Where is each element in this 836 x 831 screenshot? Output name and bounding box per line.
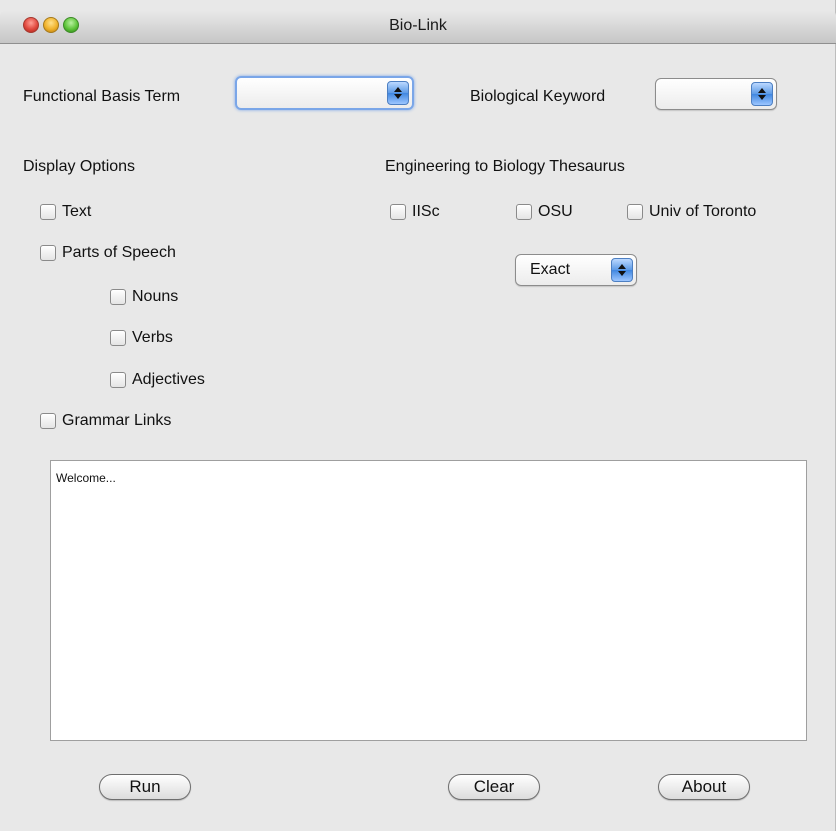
iisc-checkbox[interactable] <box>390 204 406 220</box>
match-mode-select[interactable]: Exact <box>515 254 637 286</box>
text-option[interactable]: Text <box>40 201 91 223</box>
output-text: Welcome... <box>56 471 116 485</box>
nouns-checkbox[interactable] <box>110 289 126 305</box>
bio-link-window: Bio-Link Functional Basis Term Biologica… <box>0 0 836 831</box>
verbs-checkbox[interactable] <box>110 330 126 346</box>
toronto-label: Univ of Toronto <box>649 203 757 220</box>
grammar-links-checkbox[interactable] <box>40 413 56 429</box>
clear-button[interactable]: Clear <box>448 774 540 800</box>
match-mode-value: Exact <box>530 261 571 278</box>
osu-label: OSU <box>538 203 573 220</box>
select-arrows-icon <box>751 82 773 106</box>
grammar-links-label: Grammar Links <box>62 412 172 429</box>
text-checkbox[interactable] <box>40 204 56 220</box>
run-button[interactable]: Run <box>99 774 191 800</box>
adjectives-checkbox[interactable] <box>110 372 126 388</box>
text-option-label: Text <box>62 203 92 220</box>
osu-option[interactable]: OSU <box>516 201 573 223</box>
parts-of-speech-label: Parts of Speech <box>62 244 176 261</box>
verbs-option[interactable]: Verbs <box>110 327 173 349</box>
parts-of-speech-option[interactable]: Parts of Speech <box>40 242 176 264</box>
select-arrows-icon <box>387 81 409 105</box>
window-title: Bio-Link <box>389 17 447 34</box>
grammar-links-option[interactable]: Grammar Links <box>40 410 171 432</box>
toronto-option[interactable]: Univ of Toronto <box>627 201 756 223</box>
nouns-option[interactable]: Nouns <box>110 286 178 308</box>
parts-of-speech-checkbox[interactable] <box>40 245 56 261</box>
select-arrows-icon <box>611 258 633 282</box>
thesaurus-heading: Engineering to Biology Thesaurus <box>385 158 625 175</box>
biological-keyword-label: Biological Keyword <box>470 88 606 105</box>
biological-keyword-select[interactable] <box>655 78 777 110</box>
toronto-checkbox[interactable] <box>627 204 643 220</box>
adjectives-option[interactable]: Adjectives <box>110 369 205 391</box>
output-text-area[interactable]: Welcome... <box>50 460 807 741</box>
title-bar: Bio-Link <box>0 10 836 44</box>
functional-basis-term-select[interactable] <box>235 76 414 110</box>
adjectives-label: Adjectives <box>132 371 205 388</box>
nouns-label: Nouns <box>132 288 179 305</box>
about-button[interactable]: About <box>658 774 750 800</box>
osu-checkbox[interactable] <box>516 204 532 220</box>
iisc-label: IISc <box>412 203 440 220</box>
verbs-label: Verbs <box>132 329 173 346</box>
display-options-heading: Display Options <box>23 158 136 175</box>
functional-basis-term-label: Functional Basis Term <box>23 88 181 105</box>
iisc-option[interactable]: IISc <box>390 201 440 223</box>
